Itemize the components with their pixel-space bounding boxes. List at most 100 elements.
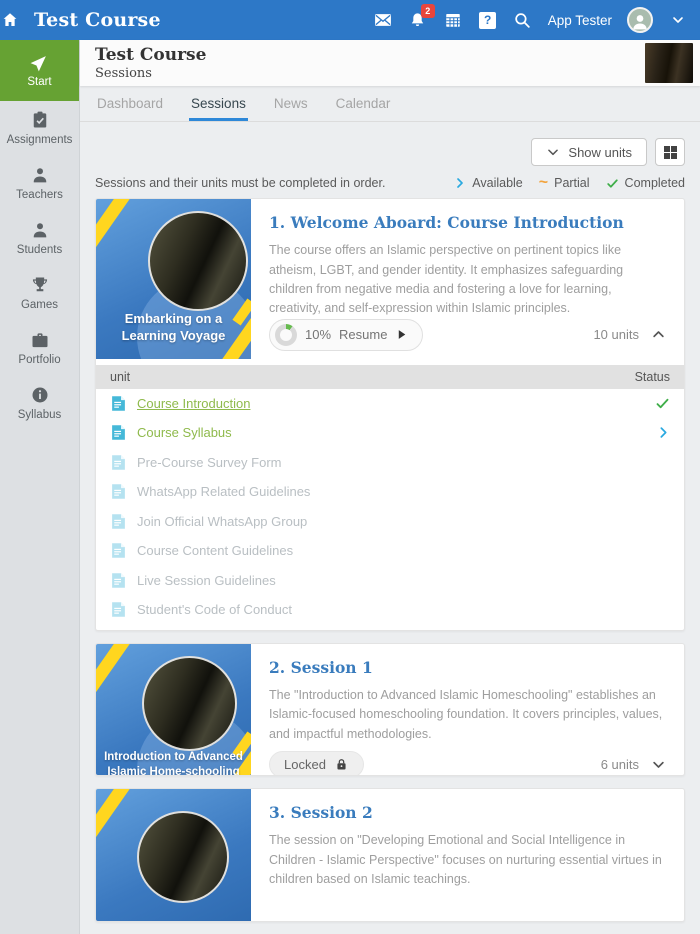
resume-button[interactable]: 10% Resume: [269, 318, 424, 351]
notifications-icon[interactable]: 2: [408, 4, 435, 30]
avatar[interactable]: [627, 7, 653, 33]
session-card-1: Embarking on a Learning Voyage 1. Welcom…: [95, 198, 685, 631]
tab-calendar[interactable]: Calendar: [334, 86, 393, 121]
document-icon: [112, 455, 125, 470]
trophy-icon: [32, 277, 47, 292]
mail-icon[interactable]: [373, 10, 393, 30]
session-card-2: Introduction to Advanced Islamic Home-sc…: [95, 642, 685, 777]
show-units-button[interactable]: Show units: [531, 138, 647, 167]
document-icon: [112, 425, 125, 441]
unit-row: Assessment Related Guidelines: [96, 625, 684, 630]
sidebar-item-start[interactable]: Start: [0, 40, 79, 101]
document-icon: [112, 543, 125, 559]
lock-icon: [337, 758, 346, 770]
units-collapse-toggle[interactable]: 10 units: [593, 327, 666, 342]
sidebar-item-teachers[interactable]: Teachers: [0, 156, 79, 211]
app-title: Test Course: [34, 9, 161, 31]
tab-sessions[interactable]: Sessions: [189, 86, 248, 122]
sidebar-item-label: Syllabus: [17, 409, 62, 421]
navigation-arrow-icon: [30, 56, 46, 72]
sidebar-item-label: Games: [20, 299, 59, 311]
view-module-icon: [663, 145, 677, 159]
session-title[interactable]: 3. Session 2: [269, 803, 666, 822]
unit-label: Pre-Course Survey Form: [137, 454, 282, 470]
session-3-artwork: [96, 789, 251, 922]
session-2-artwork: Introduction to Advanced Islamic Home-sc…: [96, 643, 251, 776]
unit-link[interactable]: Course Introduction: [137, 396, 250, 411]
tab-dashboard[interactable]: Dashboard: [95, 86, 165, 121]
status-check-icon: [656, 398, 669, 409]
legend-available-label: Available: [472, 176, 523, 191]
session-description: The session on "Developing Emotional and…: [269, 833, 662, 887]
unit-row: Join Official WhatsApp Group: [96, 507, 684, 537]
completed-check-icon: [606, 179, 618, 188]
unit-row: Pre-Course Survey Form: [96, 448, 684, 478]
tab-bar: Dashboard Sessions News Calendar: [80, 86, 700, 123]
status-chevron-icon: [660, 427, 667, 439]
session-title[interactable]: 1. Welcome Aboard: Course Introduction: [269, 213, 666, 232]
search-icon[interactable]: [513, 10, 533, 30]
play-icon: [399, 330, 406, 340]
progress-donut-icon: [275, 323, 297, 346]
document-icon: [112, 573, 125, 588]
chevron-up-icon: [653, 331, 664, 338]
yellow-stripe: [96, 789, 130, 842]
sidebar-item-students[interactable]: Students: [0, 211, 79, 266]
show-units-label: Show units: [568, 144, 632, 160]
sidebar: Start Assignments Teachers Students Game…: [0, 40, 80, 934]
column-status: Status: [634, 369, 670, 384]
units-count: 6 units: [600, 756, 639, 772]
briefcase-icon: [32, 333, 47, 348]
units-expand-toggle[interactable]: 6 units: [601, 757, 666, 772]
order-info-message: Sessions and their units must be complet…: [95, 176, 386, 191]
unit-row: Live Session Guidelines: [96, 566, 684, 596]
document-icon: [112, 484, 125, 500]
unit-row[interactable]: Course Syllabus: [96, 418, 684, 448]
unit-label: WhatsApp Related Guidelines: [137, 484, 311, 500]
topbar: Test Course 2 ? App Tester: [0, 0, 700, 40]
sidebar-item-label: Students: [16, 244, 63, 256]
unit-row: Course Content Guidelines: [96, 536, 684, 566]
unit-label: Student's Code of Conduct: [137, 602, 292, 618]
progress-percent: 10%: [305, 327, 332, 343]
unit-row[interactable]: Course Introduction: [96, 389, 684, 419]
info-icon: [32, 387, 47, 403]
unit-row: WhatsApp Related Guidelines: [96, 477, 684, 507]
resume-label: Resume: [339, 327, 388, 343]
sidebar-item-portfolio[interactable]: Portfolio: [0, 321, 79, 376]
status-legend: Available ~ Partial Completed: [454, 175, 685, 191]
calendar-icon[interactable]: [443, 10, 463, 30]
artwork-caption: Embarking on a Learning Voyage: [121, 311, 226, 344]
session-title[interactable]: 2. Session 1: [269, 658, 666, 677]
document-icon: [112, 602, 125, 618]
chevron-down-icon[interactable]: [668, 10, 688, 30]
locked-button[interactable]: Locked: [269, 750, 364, 776]
unit-row: Student's Code of Conduct: [96, 595, 684, 625]
home-icon[interactable]: [0, 10, 20, 30]
grid-view-button[interactable]: [655, 138, 685, 167]
sidebar-item-assignments[interactable]: Assignments: [0, 101, 79, 156]
unit-label: Join Official WhatsApp Group: [137, 513, 308, 529]
sidebar-item-label: Portfolio: [18, 354, 61, 366]
locked-label: Locked: [284, 756, 326, 772]
page-header: Test Course Sessions: [80, 40, 700, 87]
units-table-header: unit Status: [96, 364, 684, 389]
document-icon: [112, 514, 125, 529]
notification-badge: 2: [420, 4, 435, 18]
chevron-down-icon: [548, 149, 559, 156]
unit-link[interactable]: Course Syllabus: [137, 425, 232, 440]
sidebar-item-label: Teachers: [16, 189, 63, 201]
sidebar-item-syllabus[interactable]: Syllabus: [0, 376, 79, 431]
help-icon[interactable]: ?: [478, 10, 498, 30]
sidebar-item-games[interactable]: Games: [0, 266, 79, 321]
tab-news[interactable]: News: [272, 86, 310, 121]
sidebar-item-label: Assignments: [6, 134, 73, 146]
unit-label: Course Content Guidelines: [137, 543, 294, 559]
assignment-check-icon: [33, 111, 46, 128]
course-thumbnail-image: [645, 43, 693, 84]
photo-circle: [137, 811, 229, 904]
photo-circle: [148, 211, 248, 312]
yellow-stripe: [96, 643, 130, 697]
session-card-3: 3. Session 2 The session on "Developing …: [95, 788, 685, 923]
user-name[interactable]: App Tester: [548, 13, 612, 28]
